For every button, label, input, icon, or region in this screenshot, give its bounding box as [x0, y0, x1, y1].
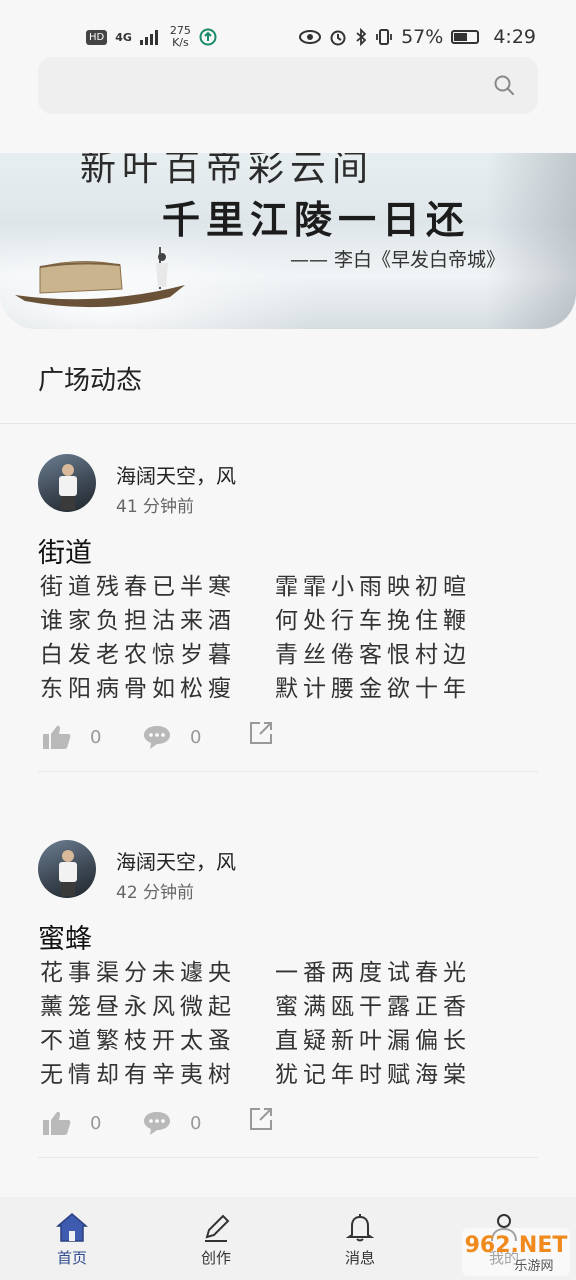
- battery-percent: 57%: [401, 26, 444, 48]
- alarm-icon: [330, 30, 346, 46]
- watermark-subtitle: 乐游网: [514, 1259, 553, 1274]
- poem-line: 不道繁枝开太蚤 直疑新叶漏偏长: [40, 1028, 471, 1054]
- share-icon: [250, 1108, 272, 1130]
- section-title: 广场动态: [38, 366, 143, 396]
- author-name[interactable]: 海阔天空，风: [116, 846, 236, 875]
- tab-label: 消息: [344, 1249, 375, 1267]
- poem-line: 花事渠分未遽央 一番两度试春光: [40, 960, 471, 986]
- comment-button[interactable]: 0: [142, 724, 201, 750]
- author-name[interactable]: 海阔天空，风: [116, 460, 236, 489]
- home-icon: [55, 1213, 89, 1242]
- hd-badge: HD: [86, 29, 108, 45]
- like-count: 0: [90, 726, 102, 748]
- net-speed: 275 K/s: [169, 24, 191, 49]
- comment-icon: [144, 726, 170, 749]
- divider: [0, 423, 576, 424]
- banner-attribution: —— 李白《早发白帝城》: [290, 249, 506, 271]
- poem-line: 东阳病骨如松瘦 默计腰金欲十年: [40, 676, 471, 702]
- bluetooth-icon: [356, 28, 367, 46]
- post-title[interactable]: 街道: [38, 531, 92, 570]
- thumbs-up-icon: [43, 725, 71, 749]
- thumbs-up-icon: [43, 1111, 71, 1135]
- banner-line-main: 千里江陵一日还: [162, 197, 471, 242]
- like-count: 0: [90, 1112, 102, 1134]
- poem-line: 白发老农惊岁暮 青丝倦客恨村边: [40, 642, 471, 668]
- tree-decoration: [486, 153, 576, 329]
- comment-count: 0: [190, 726, 202, 748]
- post-actions: 0 0: [42, 1108, 302, 1140]
- avatar[interactable]: [38, 454, 96, 512]
- avatar[interactable]: [38, 840, 96, 898]
- app-status-icon: [199, 28, 217, 46]
- share-button[interactable]: [248, 1106, 274, 1132]
- poem-body: 花事渠分未遽央 一番两度试春光 薰笼昼永风微起 蜜满瓯干露正香 不道繁枝开太蚤 直疑新…: [40, 956, 510, 1092]
- vibrate-icon: [376, 29, 392, 45]
- poem-banner[interactable]: 新叶百帝彩云间 千里江陵一日还 —— 李白《早发白帝城》: [0, 153, 576, 329]
- bell-icon: [345, 1214, 375, 1242]
- divider: [38, 1157, 538, 1158]
- clock: 4:29: [493, 26, 536, 48]
- poem-line: 薰笼昼永风微起 蜜满瓯干露正香: [40, 994, 471, 1020]
- post-actions: 0 0: [42, 722, 302, 754]
- comment-icon: [144, 1112, 170, 1135]
- tab-messages[interactable]: 消息: [288, 1197, 432, 1280]
- watermark-brand: 962.NET: [465, 1233, 568, 1258]
- banner-line-top: 新叶百帝彩云间: [80, 153, 375, 189]
- like-button[interactable]: 0: [42, 724, 101, 750]
- post-title[interactable]: 蜜蜂: [38, 917, 92, 956]
- poem-body: 街道残春已半寒 霏霏小雨映初暄 谁家负担沽来酒 何处行车挽住鞭 白发老农惊岁暮 青丝倦…: [40, 570, 510, 706]
- poem-line: 谁家负担沽来酒 何处行车挽住鞭: [40, 608, 471, 634]
- divider: [38, 771, 538, 772]
- network-type: 4G: [115, 30, 132, 44]
- pencil-icon: [205, 1214, 230, 1242]
- comment-count: 0: [190, 1112, 202, 1134]
- share-icon: [250, 722, 272, 744]
- site-watermark: 962.NET 乐游网: [462, 1228, 570, 1276]
- post-time: 42 分钟前: [116, 883, 195, 903]
- like-button[interactable]: 0: [42, 1110, 101, 1136]
- eye-icon: [299, 30, 322, 44]
- post-time: 41 分钟前: [116, 497, 195, 517]
- battery-icon: [451, 30, 480, 44]
- tab-label: 首页: [56, 1249, 87, 1267]
- boat-illustration: [15, 247, 185, 308]
- tab-label: 创作: [200, 1249, 231, 1267]
- poem-line: 无情却有辛夷树 犹记年时赋海棠: [40, 1062, 471, 1088]
- signal-icon: [139, 30, 158, 45]
- poem-line: 街道残春已半寒 霏霏小雨映初暄: [40, 574, 471, 600]
- share-button[interactable]: [248, 720, 274, 746]
- search-icon[interactable]: [492, 73, 516, 97]
- search-bar[interactable]: [38, 57, 538, 114]
- comment-button[interactable]: 0: [142, 1110, 201, 1136]
- tab-create[interactable]: 创作: [144, 1197, 288, 1280]
- tab-home[interactable]: 首页: [0, 1197, 144, 1280]
